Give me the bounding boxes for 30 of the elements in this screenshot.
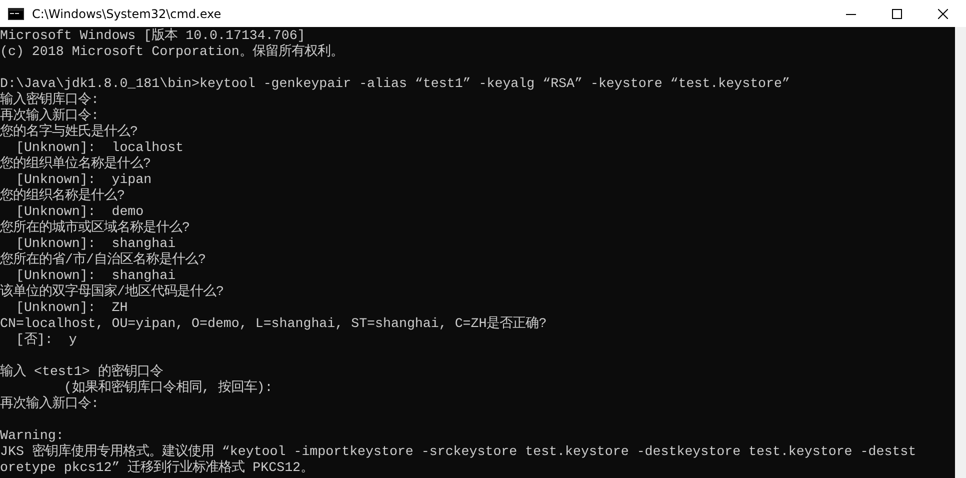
console-line: 输入密钥库口令: [0, 92, 100, 108]
console-line: 该单位的双字母国家/地区代码是什么? [0, 284, 225, 300]
console-line: [否]: y [14, 332, 78, 348]
console-line: 您所在的城市或区域名称是什么? [0, 220, 191, 236]
console-line: 您的组织名称是什么? [0, 188, 126, 204]
console-line: Warning: [0, 428, 65, 444]
console-line: Microsoft Windows [版本 10.0.17134.706] [0, 28, 306, 44]
console-line: D:\Java\jdk1.8.0_181\bin>keytool -genkeypair -alias “test1” -keyalg “RSA” -keystore “test.keystore” [0, 76, 791, 92]
console-line: 再次输入新口令: [0, 108, 100, 124]
console-line: 您所在的省/市/自治区名称是什么? [0, 252, 207, 268]
console-line: CN=localhost, OU=yipan, O=demo, L=shanghai, ST=shanghai, C=ZH是否正确? [0, 316, 548, 332]
window-title: C:\Windows\System32\cmd.exe [32, 6, 222, 20]
console-line: oretype pkcs12” 迁移到行业标准格式 PKCS12。 [0, 460, 315, 476]
console-line: 您的组织单位名称是什么? [0, 156, 152, 172]
console-line: [Unknown]: ZH [14, 300, 129, 316]
console-line: 输入 <test1> 的密钥口令 [0, 364, 164, 380]
console-line: [Unknown]: yipan [14, 172, 153, 188]
console-line: (如果和密钥库口令相同, 按回车): [62, 380, 274, 396]
maximize-icon [892, 8, 902, 18]
console-line: 您的名字与姓氏是什么? [0, 124, 139, 140]
close-icon [938, 8, 948, 18]
console-line: 再次输入新口令: [0, 396, 100, 412]
console-line: (c) 2018 Microsoft Corporation。保留所有权利。 [0, 44, 344, 60]
console-line: [Unknown]: localhost [14, 140, 185, 156]
scrollbar[interactable] [955, 27, 966, 478]
console-line: [Unknown]: shanghai [14, 268, 177, 284]
console-line: JKS 密钥库使用专用格式。建议使用 “keytool -importkeystore -srckeystore test.keystore -destkeystore test.keystore -destst [0, 444, 918, 460]
console-line: [Unknown]: shanghai [14, 236, 177, 252]
console-line: [Unknown]: demo [14, 204, 145, 220]
console-icon [8, 8, 24, 20]
